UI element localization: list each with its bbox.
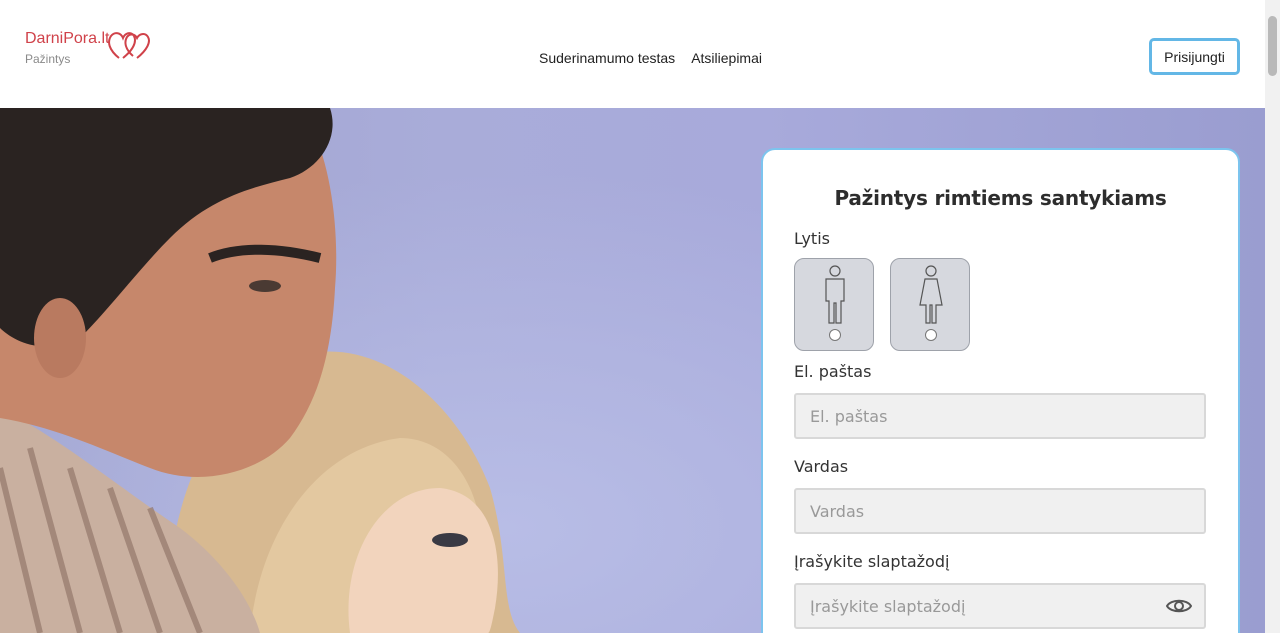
hearts-icon	[108, 32, 150, 59]
main-nav: Suderinamumo testas Atsiliepimai	[539, 50, 762, 66]
logo-text: DarniPora.lt	[25, 30, 110, 47]
password-field[interactable]: Įrašykite slaptažodį	[794, 583, 1206, 629]
female-icon	[919, 265, 943, 324]
login-button[interactable]: Prisijungti	[1149, 38, 1240, 75]
form-title: Pažintys rimtiems santykiams	[834, 186, 1167, 210]
scroll-thumb[interactable]	[1268, 16, 1277, 76]
gender-option-male[interactable]	[794, 258, 874, 351]
logo-subtitle: Pažintys	[25, 52, 71, 66]
male-icon	[825, 265, 845, 324]
nav-reviews[interactable]: Atsiliepimai	[691, 50, 762, 66]
male-radio[interactable]	[829, 329, 841, 341]
name-field[interactable]: Vardas	[794, 488, 1206, 534]
nav-compatibility-test[interactable]: Suderinamumo testas	[539, 50, 675, 66]
site-header: DarniPora.lt Pažintys Suderinamumo testa…	[0, 0, 1265, 108]
logo[interactable]: DarniPora.lt Pažintys	[25, 30, 150, 66]
page-scrollbar[interactable]	[1265, 0, 1280, 633]
registration-card: Pažintys rimtiems santykiams Lytis El. p…	[761, 148, 1240, 633]
gender-option-female[interactable]	[890, 258, 970, 351]
couple-photo	[0, 108, 520, 633]
email-label: El. paštas	[794, 362, 872, 381]
password-label: Įrašykite slaptažodį	[794, 552, 950, 571]
female-radio[interactable]	[925, 329, 937, 341]
name-label: Vardas	[794, 457, 849, 476]
eye-icon[interactable]	[1166, 597, 1192, 615]
email-field[interactable]: El. paštas	[794, 393, 1206, 439]
gender-label: Lytis	[794, 229, 830, 248]
password-placeholder: Įrašykite slaptažodį	[810, 596, 966, 616]
